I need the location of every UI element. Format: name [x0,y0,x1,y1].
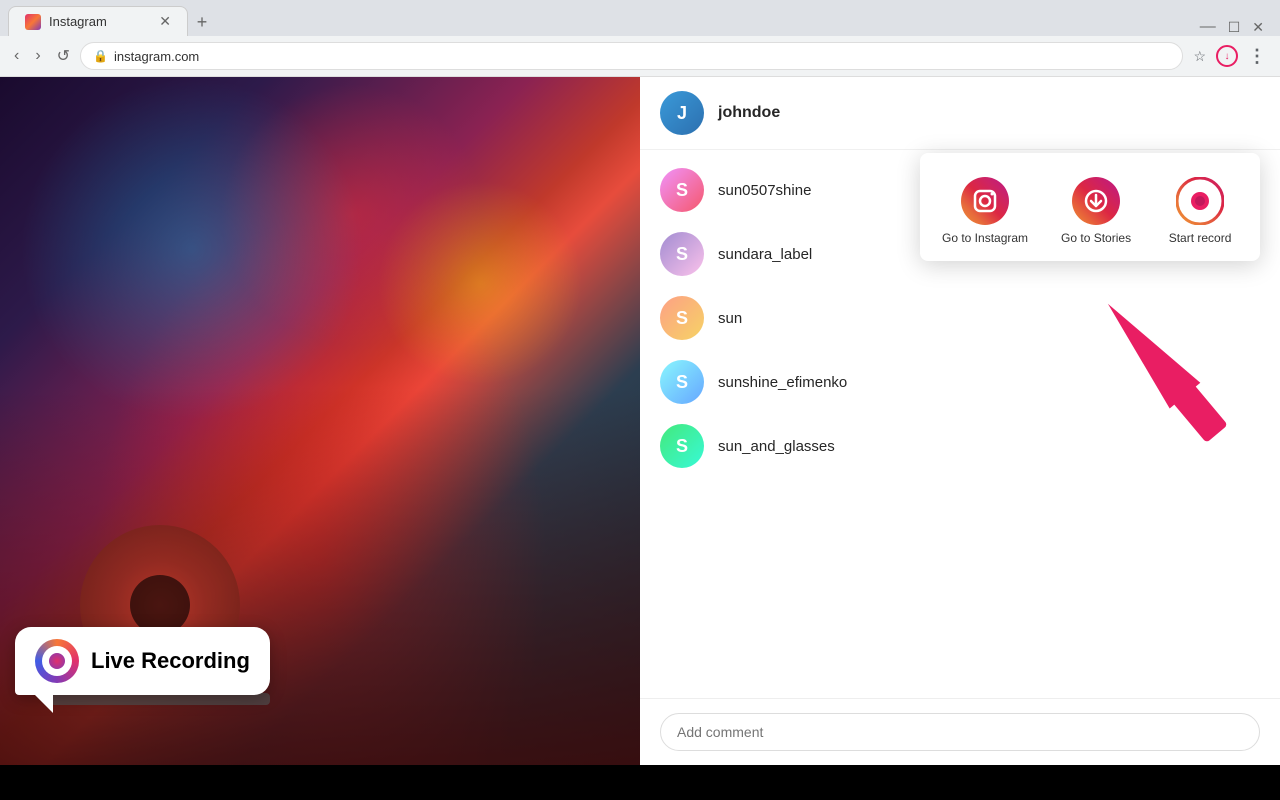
follower-avatar: S [660,296,704,340]
popup-label-record: Start record [1169,231,1232,245]
stories-icon [1072,177,1120,225]
comment-input[interactable] [660,713,1260,751]
live-recording-label: Live Recording [91,648,250,674]
download-icon[interactable]: ↓ [1216,45,1238,67]
list-item[interactable]: S sun [640,286,1280,350]
maximize-button[interactable]: ☐ [1228,19,1241,36]
comment-area [640,698,1280,765]
follower-name: sunshine_efimenko [718,374,847,391]
list-item[interactable]: S sunshine_efimenko [640,350,1280,414]
main-content: Live Recording J johndoe S sun0507shine … [0,77,1280,765]
username: johndoe [718,104,780,122]
popup-item-instagram[interactable]: Go to Instagram [928,169,1042,253]
back-button[interactable]: ‹ [8,43,25,69]
popup-menu: Go to Instagram [920,153,1260,261]
follower-avatar: S [660,168,704,212]
live-recording-icon [35,639,79,683]
follower-avatar: S [660,232,704,276]
user-avatar: J [660,91,704,135]
tab-favicon [25,14,41,30]
avatar-johndoe: J [660,91,704,135]
follower-name: sun_and_glasses [718,438,835,455]
tab-bar: Instagram ✕ + — ☐ ✕ [0,0,1280,36]
video-panel: Live Recording [0,77,640,765]
follower-name: sun [718,310,742,327]
new-tab-button[interactable]: + [188,8,216,36]
active-tab[interactable]: Instagram ✕ [8,6,188,36]
popup-label-stories: Go to Stories [1061,231,1131,245]
address-bar[interactable]: 🔒 instagram.com [80,42,1183,70]
popup-label-instagram: Go to Instagram [942,231,1028,245]
close-button[interactable]: ✕ [1252,19,1264,36]
follower-name: sun0507shine [718,182,811,199]
popup-item-record[interactable]: Start record [1150,169,1250,253]
follower-avatar: S [660,424,704,468]
tab-title: Instagram [49,14,107,29]
refresh-button[interactable]: ↺ [51,42,76,70]
forward-button[interactable]: › [29,43,46,69]
follower-avatar: S [660,360,704,404]
live-recording-badge: Live Recording [15,627,270,695]
browser-menu-button[interactable]: ⋮ [1242,42,1272,71]
follower-name: sundara_label [718,246,812,263]
instagram-icon [961,177,1009,225]
nav-bar: ‹ › ↺ 🔒 instagram.com ☆ ↓ ⋮ [0,36,1280,76]
url-text: instagram.com [114,49,1170,64]
lock-icon: 🔒 [93,49,108,63]
bookmark-button[interactable]: ☆ [1187,44,1212,69]
user-header: J johndoe [640,77,1280,150]
record-icon [1176,177,1224,225]
minimize-button[interactable]: — [1200,18,1216,36]
list-item[interactable]: S sun_and_glasses [640,414,1280,478]
browser-chrome: Instagram ✕ + — ☐ ✕ ‹ › ↺ 🔒 instagram.co… [0,0,1280,77]
tab-close-button[interactable]: ✕ [159,13,171,30]
popup-item-stories[interactable]: Go to Stories [1046,169,1146,253]
